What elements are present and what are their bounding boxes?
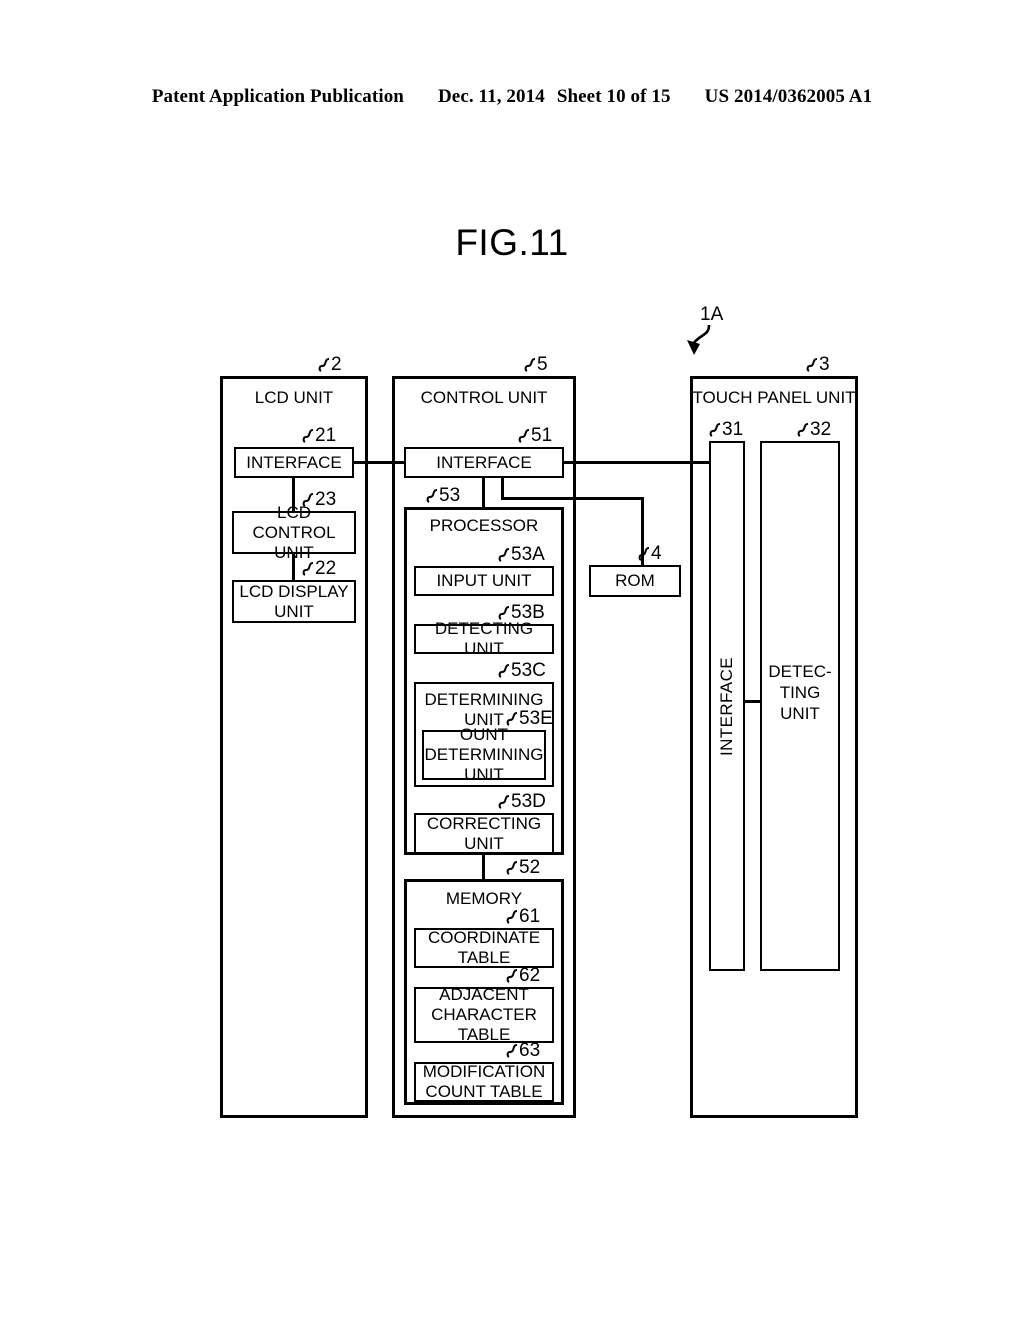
ref-22: 22 — [315, 558, 337, 579]
rom-link-seg-down-2 — [641, 497, 644, 565]
publication-header: Patent Application Publication Dec. 11, … — [0, 86, 1024, 112]
touch-panel-unit-title: TOUCH PANEL UNIT — [692, 388, 856, 407]
touch-panel-interface-label: INTERFACE — [717, 656, 736, 756]
ref-61: 61 — [519, 906, 541, 927]
ref-hook-23-icon — [302, 493, 314, 507]
ref-63: 63 — [519, 1040, 541, 1061]
link-tp-interface-to-detecting — [745, 700, 760, 703]
ref-hook-53c-icon — [498, 664, 510, 678]
count-determining-unit-label: OUNT DETERMINING UNIT — [424, 725, 544, 784]
link-interface-to-processor — [482, 478, 485, 507]
ref-53d: 53D — [511, 791, 546, 812]
ref-32: 32 — [810, 419, 832, 440]
lcd-control-unit-label: LCD CONTROL UNIT — [252, 502, 336, 562]
ref-5: 5 — [537, 354, 548, 375]
ref-21: 21 — [315, 425, 337, 446]
memory-title: MEMORY — [445, 889, 523, 908]
input-unit-label: INPUT UNIT — [436, 571, 532, 590]
link-interface-to-lcd-control — [292, 478, 295, 511]
lcd-interface-label: INTERFACE — [246, 452, 342, 472]
ref-4: 4 — [651, 543, 662, 564]
bus-lcd-to-control — [354, 461, 404, 464]
lcd-display-unit-label: LCD DISPLAY UNIT — [239, 581, 349, 621]
document-number: US 2014/0362005 A1 — [704, 86, 873, 107]
ref-hook-53-icon — [426, 489, 438, 503]
ref-23: 23 — [315, 489, 337, 510]
ref-hook-4-icon — [638, 547, 650, 561]
ref-hook-3-icon — [806, 358, 818, 372]
ref-hook-31-icon — [709, 423, 721, 437]
touch-panel-detecting-unit-label: DETEC-TING UNIT — [768, 661, 832, 723]
link-lcd-control-to-display — [292, 554, 295, 580]
ref-53a: 53A — [511, 544, 545, 565]
ref-hook-62-icon — [506, 969, 518, 983]
rom-link-seg-right — [501, 497, 644, 500]
correcting-unit-label: CORRECTING UNIT — [426, 813, 542, 853]
ref-hook-32-icon — [797, 423, 809, 437]
ref-2: 2 — [331, 354, 342, 375]
lcd-unit-title: LCD UNIT — [254, 388, 334, 407]
ref-53: 53 — [439, 485, 461, 506]
ref-31: 31 — [722, 419, 744, 440]
ref-hook-53a-icon — [498, 548, 510, 562]
ref-51: 51 — [531, 425, 553, 446]
detecting-unit-label: DETECTING UNIT — [434, 619, 534, 658]
control-unit-title: CONTROL UNIT — [420, 388, 548, 407]
publication-label: Patent Application Publication — [151, 86, 404, 107]
publication-date: Dec. 11, 2014 — [437, 86, 545, 107]
coordinate-table-label: COORDINATE TABLE — [427, 928, 541, 967]
ref-62: 62 — [519, 965, 541, 986]
link-processor-to-memory — [482, 855, 485, 879]
ref-hook-52-icon — [506, 861, 518, 875]
ref-hook-22-icon — [302, 562, 314, 576]
ref-hook-2-icon — [318, 358, 330, 372]
bus-control-to-touchpanel — [564, 461, 709, 464]
modification-count-table-label: MODIFICATION COUNT TABLE — [422, 1062, 546, 1101]
processor-title: PROCESSOR — [429, 516, 539, 535]
ref-hook-61-icon — [506, 910, 518, 924]
ref-hook-53e-icon — [506, 712, 518, 726]
ref-3: 3 — [819, 354, 830, 375]
ref-hook-53d-icon — [498, 795, 510, 809]
figure-title: FIG.11 — [455, 222, 569, 263]
control-interface-label: INTERFACE — [436, 452, 532, 472]
ref-hook-53b-icon — [498, 606, 510, 620]
ref-53e: 53E — [519, 708, 553, 729]
ref-53b: 53B — [511, 602, 545, 623]
ref-52: 52 — [519, 857, 541, 878]
ref-53c: 53C — [511, 660, 546, 681]
ref-hook-63-icon — [506, 1044, 518, 1058]
ref-hook-21-icon — [302, 429, 314, 443]
adjacent-character-table-label: ADJACENT CHARACTER TABLE — [431, 985, 537, 1044]
patent-figure-page: Patent Application Publication Dec. 11, … — [0, 0, 1024, 1320]
system-ref-arrow-icon — [687, 324, 711, 355]
ref-hook-5-icon — [524, 358, 536, 372]
rom-label: ROM — [615, 571, 655, 590]
ref-hook-51-icon — [518, 429, 530, 443]
sheet-number: Sheet 10 of 15 — [556, 86, 671, 107]
